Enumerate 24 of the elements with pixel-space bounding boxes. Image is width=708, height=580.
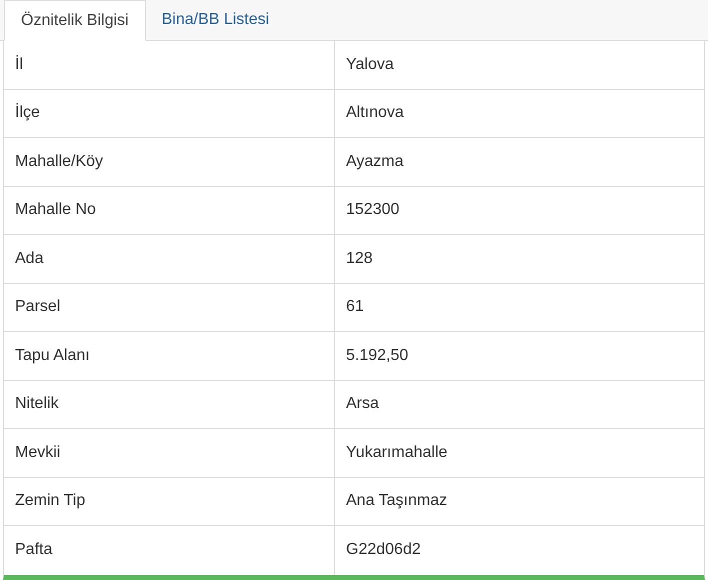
table-cell-text: Ayazma [346, 152, 404, 172]
table-cell-text: İl [15, 54, 23, 75]
table-cell-text: Mahalle No [15, 200, 96, 220]
tab[interactable]: Bina/BB Listesi [146, 0, 286, 40]
table-cell-text: 61 [346, 297, 364, 318]
table-cell-text: Ada [15, 248, 44, 269]
table-cell-text: Arsa [346, 394, 379, 414]
table-cell-text: Altınova [346, 103, 404, 124]
table-cell-text: Yukarımahalle [346, 442, 448, 463]
table-cell-text: Tapu Alanı [15, 346, 90, 366]
table-cell-text: Yalova [346, 54, 394, 75]
table-cell-text: İlçe [15, 102, 40, 124]
table-cell-text: Mevkii [15, 442, 60, 463]
table-cell-text: Parsel [15, 297, 60, 318]
table-cell-text: Zemin Tip [15, 491, 86, 512]
tab[interactable]: Öznitelik Bilgisi [4, 0, 146, 41]
table-cell-text: 128 [346, 248, 373, 269]
table-cell-text: Nitelik [15, 394, 59, 414]
table-cell-text: Ana Taşınmaz [346, 491, 448, 512]
table-cell-text: Pafta [15, 540, 52, 560]
table-cell-text: G22d06d2 [346, 540, 421, 560]
table-cell-text: 152300 [346, 200, 400, 220]
table-cell-text: Mahalle/Köy [15, 152, 104, 172]
table-cell-text: 5.192,50 [346, 346, 408, 366]
